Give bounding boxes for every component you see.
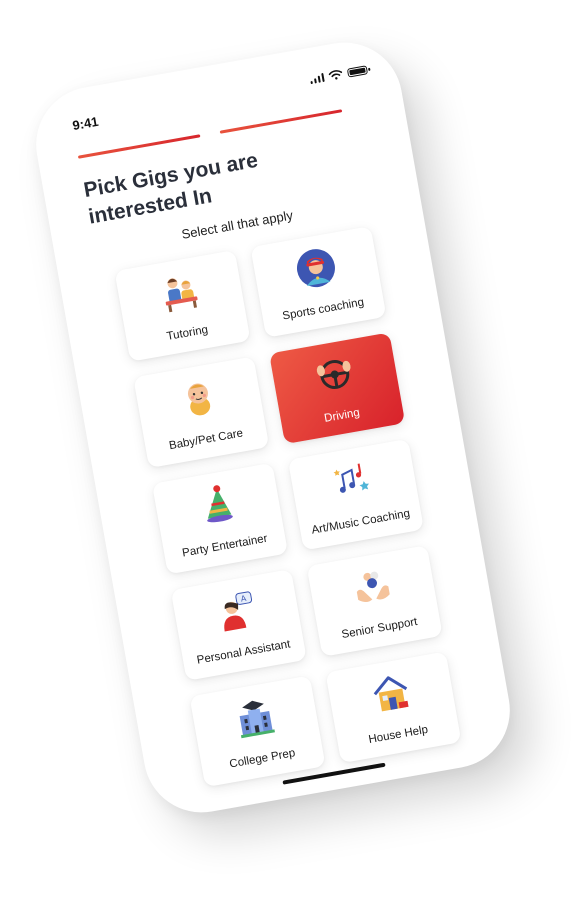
gig-label: Sports coaching bbox=[281, 296, 365, 323]
gig-card-personal-assistant[interactable]: A Personal Assistant bbox=[170, 569, 307, 681]
gig-label: Art/Music Coaching bbox=[310, 507, 411, 537]
phone-screen: 9:41 Pick Gigs you are interested In Sel… bbox=[26, 33, 520, 822]
wifi-icon bbox=[328, 70, 343, 80]
gig-card-driving[interactable]: Driving bbox=[269, 332, 406, 445]
helping-hands-icon bbox=[356, 571, 390, 602]
music-notes-icon bbox=[333, 463, 369, 493]
college-building-icon bbox=[239, 700, 275, 739]
status-time: 9:41 bbox=[71, 113, 100, 134]
gig-card-tutoring[interactable]: Tutoring bbox=[114, 249, 251, 362]
assistant-icon: A bbox=[224, 591, 253, 632]
gig-label: Driving bbox=[323, 406, 361, 425]
gig-label: Tutoring bbox=[165, 323, 209, 343]
house-icon bbox=[373, 676, 409, 712]
gig-card-baby-pet-care[interactable]: Baby/Pet Care bbox=[133, 356, 270, 469]
gig-card-art-music-coaching[interactable]: Art/Music Coaching bbox=[287, 438, 424, 551]
gig-card-party-entertainer[interactable]: Party Entertainer bbox=[151, 462, 289, 575]
gig-card-house-help[interactable]: House Help bbox=[325, 651, 462, 764]
progress-step-1 bbox=[77, 134, 201, 159]
status-icons bbox=[309, 64, 368, 85]
gig-card-college-prep[interactable]: College Prep bbox=[189, 675, 326, 788]
gig-label: College Prep bbox=[228, 747, 297, 771]
tutoring-icon bbox=[165, 278, 198, 313]
gig-label: Personal Assistant bbox=[195, 638, 292, 667]
baby-icon bbox=[187, 383, 211, 416]
gig-card-sports-coaching[interactable]: Sports coaching bbox=[250, 226, 387, 338]
gig-label: Baby/Pet Care bbox=[168, 427, 244, 453]
progress-step-2 bbox=[219, 109, 343, 134]
battery-icon bbox=[346, 64, 368, 78]
gig-label: House Help bbox=[367, 723, 429, 747]
gig-label: Party Entertainer bbox=[181, 532, 269, 560]
steering-wheel-icon bbox=[316, 359, 351, 389]
gig-card-senior-support[interactable]: Senior Support bbox=[306, 545, 443, 657]
signal-icon bbox=[309, 72, 325, 85]
gig-label: Senior Support bbox=[340, 615, 419, 642]
gig-grid: Tutoring Sports coaching Baby/Pet Care D… bbox=[114, 226, 462, 788]
sports-coach-icon bbox=[296, 249, 335, 288]
party-hat-icon bbox=[207, 485, 233, 523]
stage: 9:41 Pick Gigs you are interested In Sel… bbox=[0, 0, 583, 905]
